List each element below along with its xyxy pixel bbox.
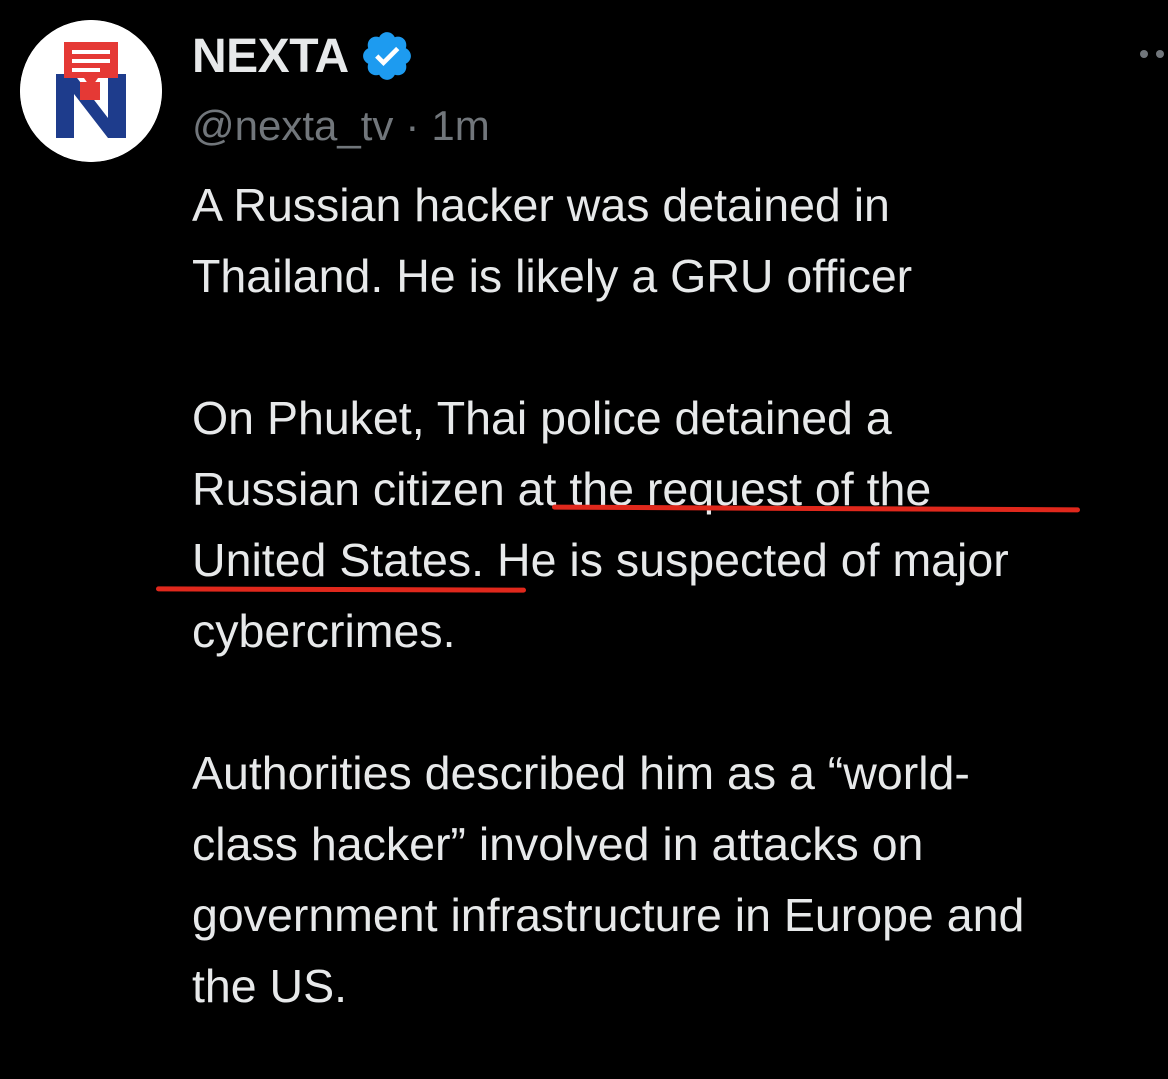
tweet-line: government infrastructure in Europe and bbox=[192, 889, 1025, 941]
tweet-line: Authorities described him as a “world- bbox=[192, 747, 970, 799]
meta-separator: · bbox=[405, 102, 420, 149]
tweet-text: A Russian hacker was detained in Thailan… bbox=[192, 170, 1168, 1022]
handle[interactable]: @nexta_tv bbox=[192, 102, 393, 150]
tweet-line: On Phuket, Thai police detained a bbox=[192, 392, 892, 444]
paragraph-break bbox=[192, 667, 1168, 738]
nexta-logo-icon bbox=[20, 20, 162, 162]
paragraph-break bbox=[192, 312, 1168, 383]
tweet[interactable]: NEXTA @nexta_tv · 1m A Russian hacker wa… bbox=[0, 0, 1168, 1079]
avatar[interactable] bbox=[20, 20, 162, 162]
tweet-line: the US. bbox=[192, 960, 348, 1012]
tweet-line: Thailand. He is likely a GRU officer bbox=[192, 250, 913, 302]
tweet-meta: @nexta_tv · 1m bbox=[192, 100, 490, 152]
more-options-icon[interactable] bbox=[1136, 44, 1168, 64]
tweet-line: cybercrimes. bbox=[192, 605, 456, 657]
author-name-row: NEXTA bbox=[192, 28, 415, 84]
tweet-line: A Russian hacker was detained in bbox=[192, 179, 890, 231]
verified-badge-icon[interactable] bbox=[359, 28, 415, 84]
display-name[interactable]: NEXTA bbox=[192, 29, 349, 84]
tweet-line: Russian citizen at the request of the bbox=[192, 463, 932, 515]
tweet-line: United States. He is suspected of major bbox=[192, 534, 1009, 586]
tweet-line: class hacker” involved in attacks on bbox=[192, 818, 924, 870]
timestamp[interactable]: 1m bbox=[431, 102, 489, 150]
